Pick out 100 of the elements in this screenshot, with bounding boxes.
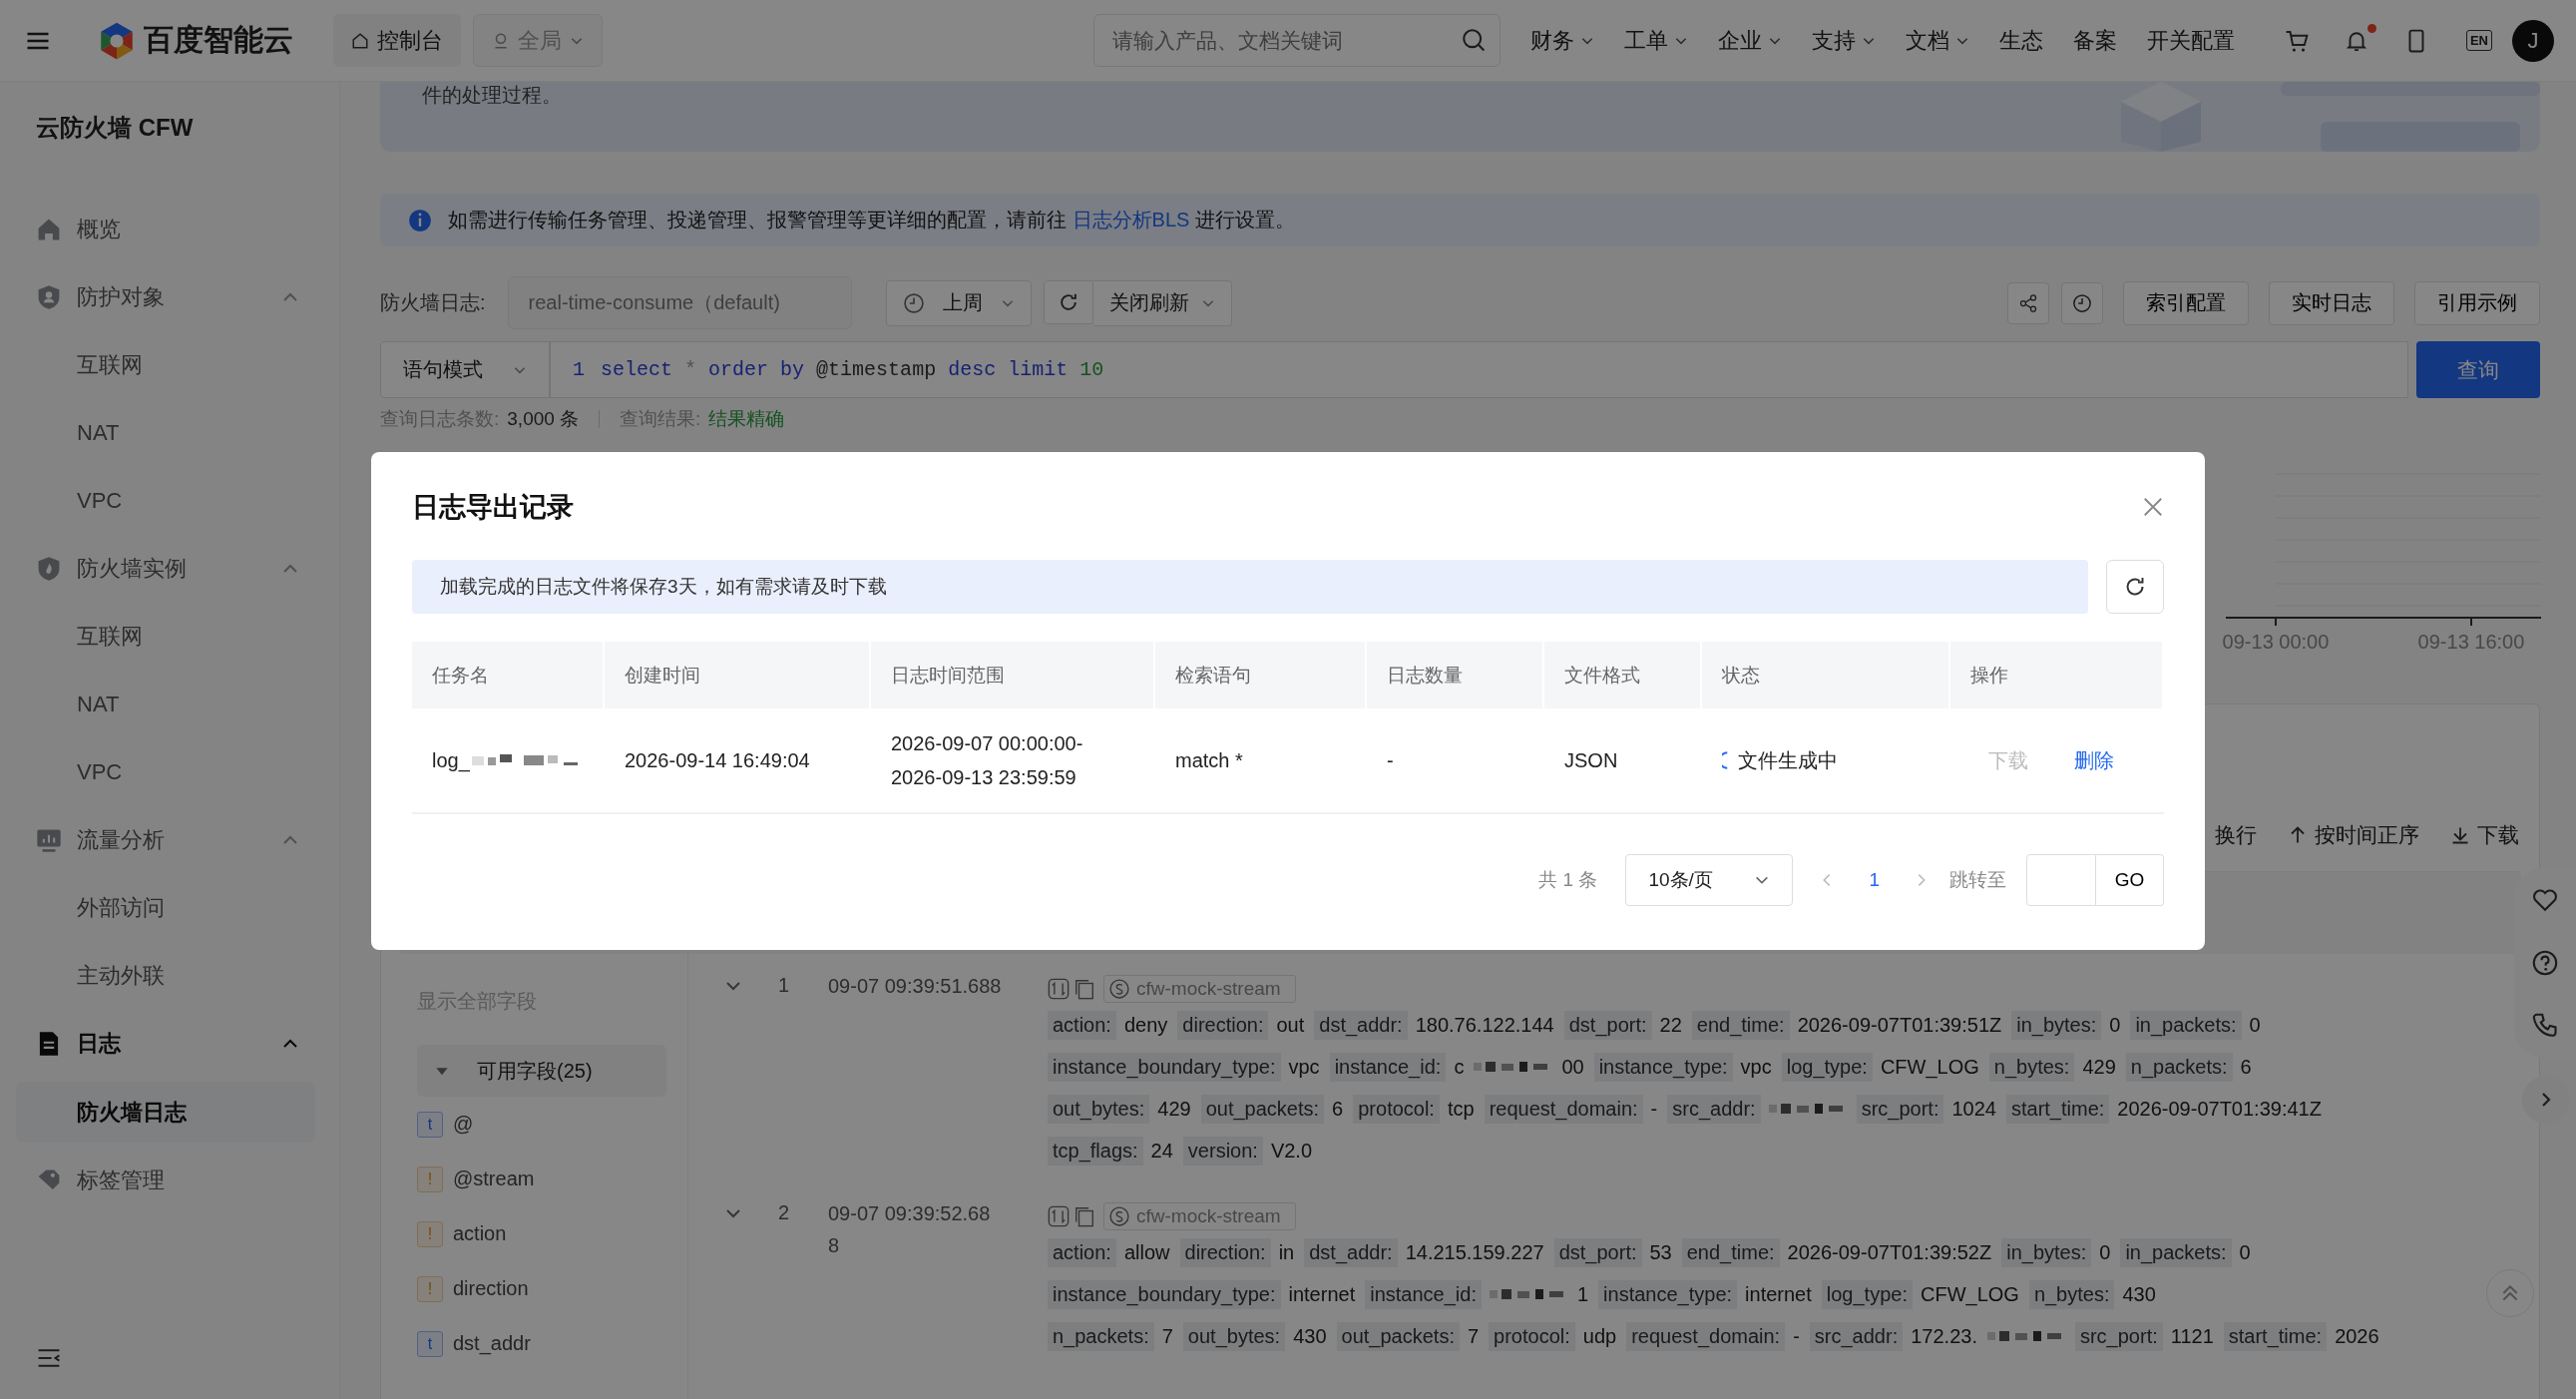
column-header: 创建时间 bbox=[605, 642, 871, 708]
field-key: instance_boundary_type: bbox=[1048, 1052, 1281, 1082]
query-editor[interactable]: 1 select * order by @timestamp desc limit 10 bbox=[550, 341, 2408, 398]
nav-menu-item[interactable]: 开关配置 bbox=[2146, 25, 2235, 56]
log-tool-button[interactable]: 下载 bbox=[2451, 821, 2519, 849]
sidebar-item[interactable]: 防护对象 bbox=[0, 263, 339, 331]
search-icon[interactable] bbox=[1460, 27, 1487, 53]
page-input[interactable] bbox=[2026, 854, 2096, 906]
logstore-select[interactable]: real-time-consume（default) bbox=[507, 276, 852, 329]
loading-spinner-icon bbox=[1722, 751, 1730, 769]
page-number[interactable]: 1 bbox=[1855, 869, 1894, 891]
console-button[interactable]: 控制台 bbox=[333, 14, 461, 67]
field-key: instance_id: bbox=[1329, 1052, 1447, 1082]
field-value: 0 bbox=[2249, 1013, 2261, 1037]
log-tool-button[interactable]: 按时间正序 bbox=[2289, 821, 2419, 849]
field-value: vpc bbox=[1288, 1055, 1320, 1079]
search-field[interactable]: 请输入产品、文档关键词 bbox=[1092, 14, 1501, 67]
sidebar-item[interactable]: 流量分析 bbox=[0, 806, 339, 874]
nav-menu-item[interactable]: 财务 bbox=[1529, 25, 1594, 56]
total-count: 共 1 条 bbox=[1538, 868, 1598, 892]
field-type-tag: ! bbox=[417, 1275, 443, 1302]
field-value: 430 bbox=[1293, 1324, 1327, 1348]
refresh-button[interactable] bbox=[1043, 279, 1093, 324]
sidebar-item[interactable]: 防火墙实例 bbox=[0, 535, 339, 603]
sidebar-subitem[interactable]: 互联网 bbox=[0, 331, 339, 399]
page-size-select[interactable]: 10条/页 bbox=[1625, 854, 1794, 906]
help-icon[interactable] bbox=[2531, 949, 2559, 977]
clock-icon bbox=[2072, 292, 2092, 313]
query-button[interactable]: 查询 bbox=[2416, 341, 2540, 398]
log-tool-button[interactable]: 换行 bbox=[2215, 821, 2257, 849]
available-fields-header[interactable]: 可用字段(25) bbox=[417, 1045, 666, 1097]
nav-menu-item[interactable]: 工单 bbox=[1623, 25, 1688, 56]
action-link[interactable]: 删除 bbox=[2074, 746, 2114, 774]
field-key: start_time: bbox=[2223, 1321, 2328, 1351]
refresh-button[interactable] bbox=[2106, 560, 2164, 614]
copy-icon[interactable] bbox=[1073, 1205, 1095, 1227]
history-button[interactable] bbox=[2061, 281, 2103, 324]
logo-text[interactable]: 百度智能云 bbox=[144, 20, 293, 61]
bls-link[interactable]: 日志分析BLS bbox=[1072, 209, 1190, 231]
share-button[interactable] bbox=[2007, 281, 2049, 324]
sidebar-subitem[interactable]: 互联网 bbox=[0, 603, 339, 671]
go-button[interactable]: GO bbox=[2096, 854, 2164, 906]
sidebar-subitem[interactable]: VPC bbox=[0, 467, 339, 535]
field-key: dst_port: bbox=[1553, 1237, 1642, 1267]
format-icon[interactable] bbox=[1048, 978, 1070, 1000]
column-header: 状态 bbox=[1702, 642, 1950, 708]
nav-menu-item[interactable]: 生态 bbox=[1998, 25, 2043, 56]
sidebar-item[interactable]: 概览 bbox=[0, 196, 339, 263]
field-key: tcp_flags: bbox=[1048, 1136, 1143, 1166]
field-value: 172.23. bbox=[1911, 1324, 1977, 1348]
copy-icon[interactable] bbox=[1073, 978, 1095, 1000]
toolbar-button[interactable]: 引用示例 bbox=[2414, 280, 2540, 325]
field-name[interactable]: action bbox=[453, 1222, 507, 1245]
nav-menu-item[interactable]: 企业 bbox=[1717, 25, 1782, 56]
sidebar-subitem[interactable]: NAT bbox=[0, 399, 339, 467]
nav-menu-item[interactable]: 备案 bbox=[2072, 25, 2117, 56]
field-key: dst_port: bbox=[1563, 1010, 1652, 1040]
field-value: internet bbox=[1288, 1282, 1356, 1306]
field-key: protocol: bbox=[1353, 1094, 1440, 1124]
nav-menu-item[interactable]: 文档 bbox=[1905, 25, 1969, 56]
auto-refresh-select[interactable]: 关闭刷新 bbox=[1092, 279, 1232, 326]
field-name[interactable]: @ bbox=[453, 1113, 474, 1136]
stream-icon bbox=[1108, 978, 1130, 1000]
field-key: action: bbox=[1048, 1237, 1116, 1267]
field-name[interactable]: dst_addr bbox=[453, 1332, 531, 1355]
sidebar-subitem[interactable]: 外部访问 bbox=[0, 874, 339, 942]
field-key: direction: bbox=[1179, 1237, 1271, 1267]
close-icon[interactable] bbox=[2142, 496, 2164, 518]
column-header: 操作 bbox=[1950, 642, 2164, 708]
field-type-tag: ! bbox=[417, 1166, 443, 1192]
sidebar-item[interactable]: 标签管理 bbox=[0, 1147, 339, 1214]
nav-menu-item[interactable]: 支持 bbox=[1811, 25, 1876, 56]
sidebar-subitem[interactable]: 防火墙日志 bbox=[16, 1082, 315, 1143]
time-range-select[interactable]: 上周 bbox=[885, 279, 1032, 326]
field-name[interactable]: direction bbox=[453, 1277, 529, 1300]
sidebar-item[interactable]: 日志 bbox=[0, 1010, 339, 1078]
column-header: 检索语句 bbox=[1155, 642, 1367, 708]
field-key: instance_type: bbox=[1593, 1052, 1733, 1082]
banner-text: 件的处理过程。 bbox=[422, 83, 562, 108]
field-key: in_packets: bbox=[2120, 1237, 2232, 1267]
language-button[interactable]: EN bbox=[2465, 30, 2492, 51]
field-name[interactable]: @stream bbox=[453, 1167, 535, 1190]
home-icon bbox=[351, 31, 369, 50]
sidebar-subitem[interactable]: 主动外联 bbox=[0, 942, 339, 1010]
field-value: 0 bbox=[2239, 1240, 2251, 1264]
toolbar-button[interactable]: 实时日志 bbox=[2269, 280, 2394, 325]
field-value: 429 bbox=[1157, 1097, 1191, 1121]
stream-icon bbox=[1108, 1205, 1130, 1227]
field-value: V2.0 bbox=[1270, 1139, 1313, 1163]
column-header: 文件格式 bbox=[1544, 642, 1702, 708]
axis-label: 09-13 16:00 bbox=[2417, 631, 2525, 653]
format-icon[interactable] bbox=[1048, 1205, 1070, 1227]
sidebar-subitem[interactable]: NAT bbox=[0, 671, 339, 738]
toolbar-button[interactable]: 索引配置 bbox=[2123, 280, 2249, 325]
field-key: end_time: bbox=[1691, 1010, 1790, 1040]
user-avatar[interactable]: J bbox=[2512, 19, 2554, 62]
sidebar-subitem[interactable]: VPC bbox=[0, 738, 339, 806]
query-mode-select[interactable]: 语句模式 bbox=[380, 341, 550, 398]
field-value: allow bbox=[1123, 1240, 1170, 1264]
field-value: c bbox=[1454, 1055, 1465, 1079]
